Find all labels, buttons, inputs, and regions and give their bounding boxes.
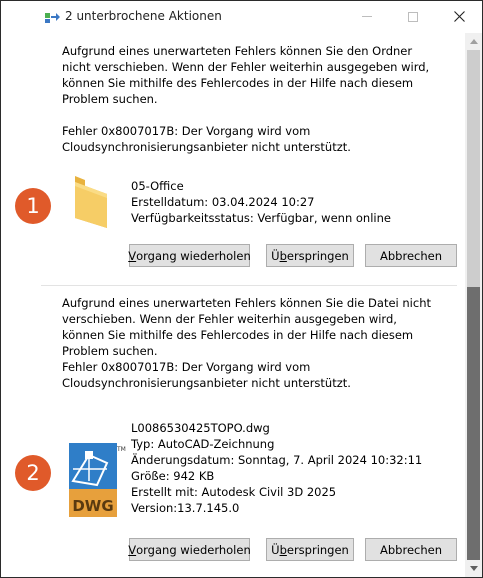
cancel-button[interactable]: Abbrechen [365, 244, 457, 267]
item-details: L0086530425TOPO.dwg Typ: AutoCAD-Zeichnu… [131, 420, 422, 516]
item-availability: Verfügbarkeitsstatus: Verfügbar, wenn on… [131, 211, 391, 225]
cancel-button[interactable]: Abbrechen [365, 538, 457, 561]
maximize-button[interactable] [390, 1, 436, 32]
maximize-icon [408, 11, 418, 22]
item-details: 05-Office Erstelldatum: 03.04.2024 10:27… [131, 178, 391, 226]
vertical-scrollbar[interactable] [465, 33, 482, 577]
file-size: Größe: 942 KB [131, 469, 215, 483]
error-code-text: Fehler 0x8007017B: Der Vorgang wird vom … [62, 360, 351, 390]
action-item-folder: Aufgrund eines unerwarteten Fehlers könn… [1, 33, 465, 285]
folder-icon [75, 176, 107, 228]
retry-button[interactable]: Vorgang wiederholen [128, 244, 251, 267]
scroll-down-button[interactable] [465, 560, 482, 577]
step-badge: 2 [15, 455, 51, 491]
retry-button[interactable]: Vorgang wiederholen [128, 538, 251, 561]
error-code-text: Fehler 0x8007017B: Der Vorgang wird vom … [62, 124, 351, 154]
file-name: L0086530425TOPO.dwg [131, 421, 270, 435]
minimize-icon [362, 16, 372, 17]
file-type: Typ: AutoCAD-Zeichnung [131, 437, 275, 451]
interrupted-actions-dialog: 2 unterbrochene Aktionen Aufgrund eines … [0, 0, 483, 578]
file-version: Version:13.7.145.0 [131, 501, 240, 515]
scroll-thumb[interactable] [467, 287, 480, 560]
skip-button[interactable]: Üb erspringen [266, 244, 354, 267]
scroll-up-button[interactable] [465, 33, 482, 50]
skip-button[interactable]: Üb erspringen [266, 538, 354, 561]
section-divider [41, 285, 457, 286]
error-message: Aufgrund eines unerwarteten Fehlers könn… [62, 296, 431, 358]
dialog-content: Aufgrund eines unerwarteten Fehlers könn… [1, 33, 465, 577]
close-button[interactable] [436, 1, 482, 32]
chevron-down-icon [469, 566, 478, 571]
step-badge: 1 [15, 188, 51, 224]
window-title: 2 unterbrochene Aktionen [65, 9, 222, 23]
dwg-label: DWG [72, 497, 113, 515]
dwg-file-icon: DWG TM [69, 443, 126, 517]
file-modified-date: Änderungsdatum: Sonntag, 7. April 2024 1… [131, 453, 423, 467]
minimize-button[interactable] [344, 1, 390, 32]
item-name: 05-Office [131, 179, 184, 193]
move-arrow-icon [45, 13, 60, 23]
trademark-label: TM [116, 446, 126, 453]
chevron-up-icon [469, 39, 478, 44]
item-created-date: Erstelldatum: 03.04.2024 10:27 [131, 195, 315, 209]
error-message: Aufgrund eines unerwarteten Fehlers könn… [62, 44, 430, 106]
close-icon [453, 11, 465, 22]
title-bar[interactable]: 2 unterbrochene Aktionen [1, 1, 482, 33]
file-created-with: Erstellt mit: Autodesk Civil 3D 2025 [131, 485, 337, 499]
